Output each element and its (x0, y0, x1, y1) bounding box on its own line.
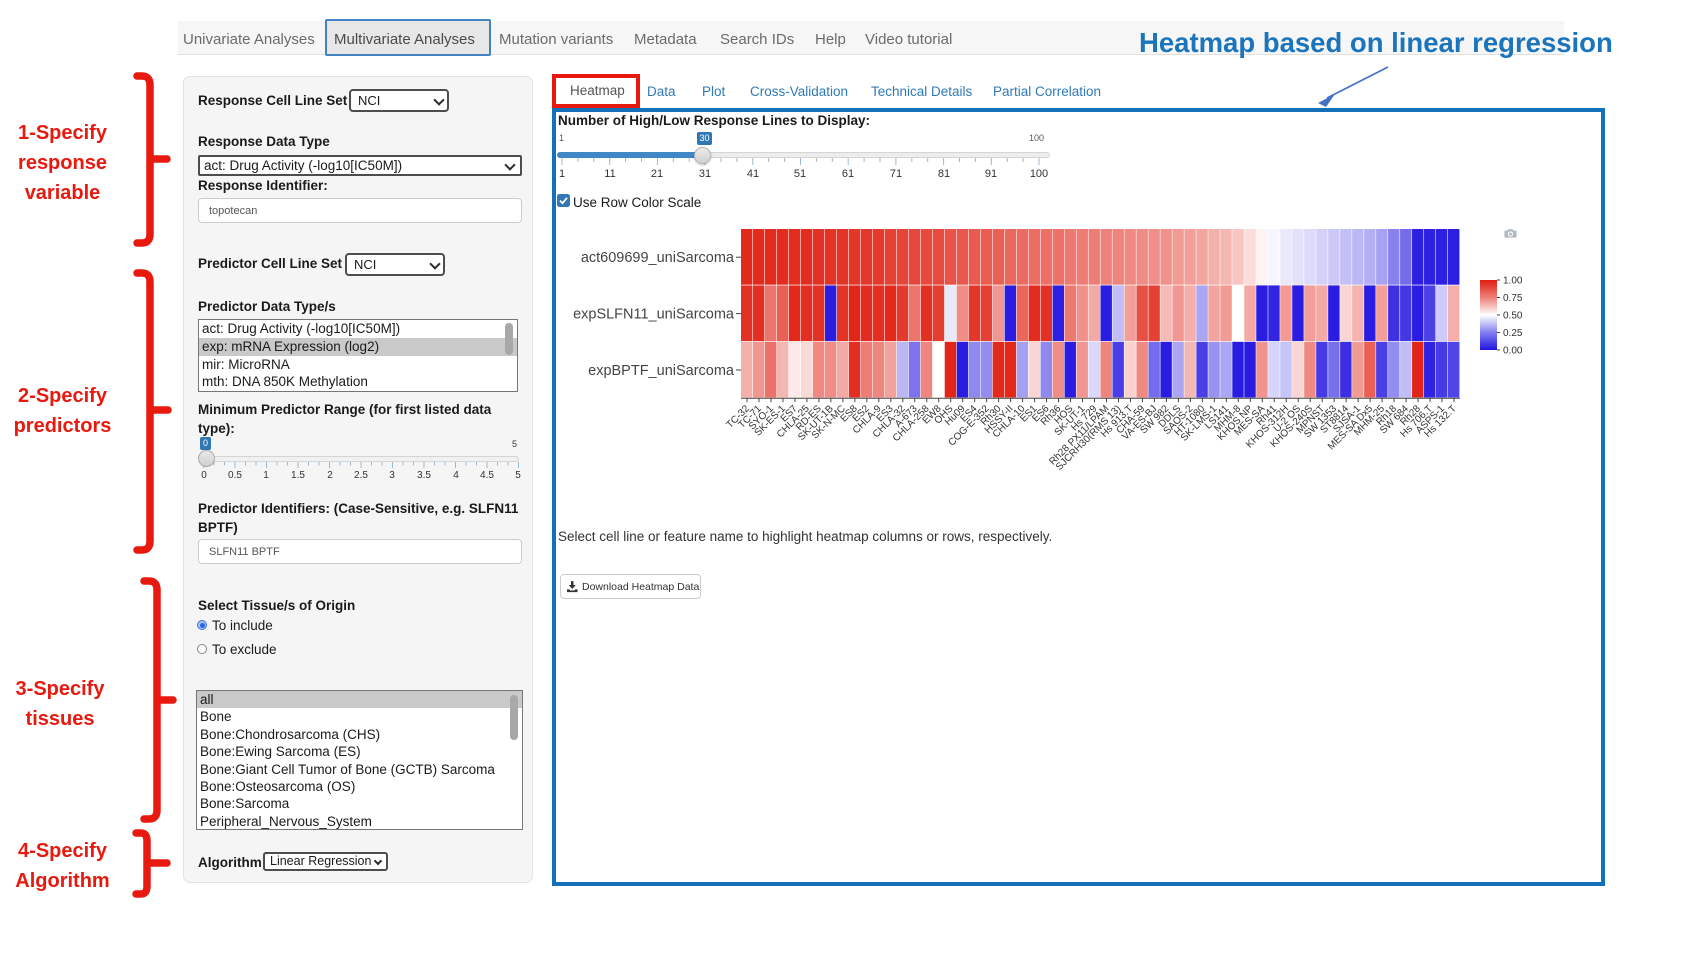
svg-text:expBPTF_uniSarcoma: expBPTF_uniSarcoma (588, 363, 735, 379)
svg-text:0.75: 0.75 (1503, 293, 1523, 304)
svg-text:0.25: 0.25 (1503, 328, 1523, 339)
svg-text:1.00: 1.00 (1503, 276, 1523, 287)
svg-text:expSLFN11_uniSarcoma: expSLFN11_uniSarcoma (573, 307, 735, 323)
svg-text:act609699_uniSarcoma: act609699_uniSarcoma (581, 250, 735, 266)
svg-text:0.50: 0.50 (1503, 311, 1523, 322)
svg-text:0.00: 0.00 (1503, 346, 1523, 357)
